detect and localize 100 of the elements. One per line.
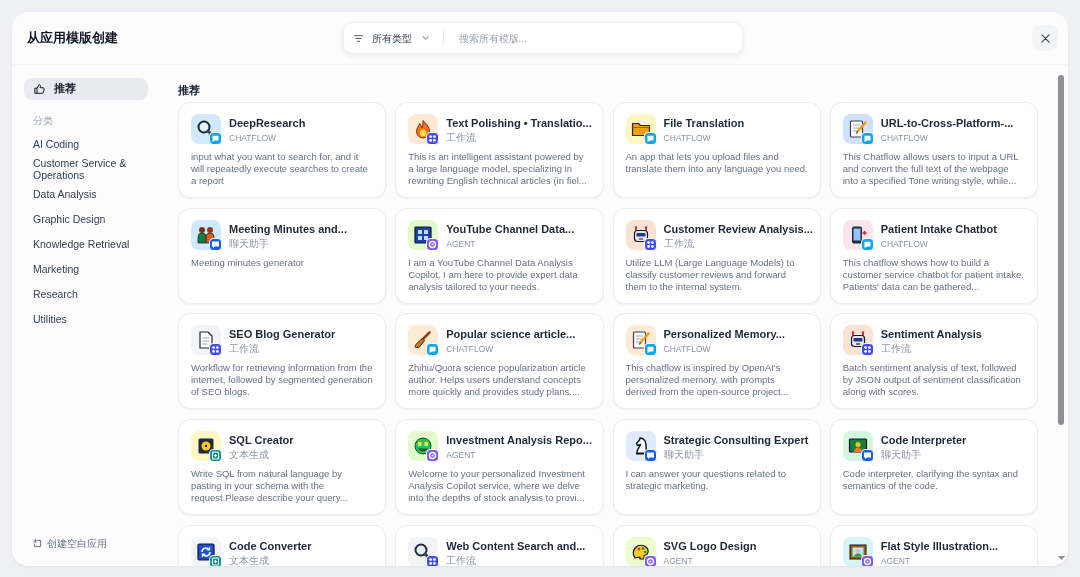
template-description: This chatflow shows how to build a customer service chatbot for patient intake. Patients' data can be gathered... [842, 256, 1025, 293]
template-title: Patient Intake Chatbot [880, 221, 997, 237]
category-item[interactable]: Data Analysis [24, 181, 148, 206]
chat-bubble-icon [643, 132, 657, 145]
template-type: 工作流 [663, 238, 694, 249]
category-item[interactable]: Research [24, 281, 148, 306]
template-description: Meeting minutes generator [191, 256, 305, 269]
template-card[interactable]: SQL Creator 文本生成 Write SQL from natural language by pasting in your schema with the request.Please describe your query... [178, 419, 387, 516]
search-field[interactable]: 搜索所有模版... [458, 26, 732, 50]
template-title: Text Polishing • Translatio... [446, 116, 592, 131]
chat-bubble-icon [643, 449, 657, 463]
category-item[interactable]: AI Coding [24, 131, 148, 156]
template-type: 文本生成 [229, 555, 269, 566]
template-title: Strategic Consulting Expert [663, 433, 809, 449]
template-card[interactable]: Code Interpreter 聊天助手 Code interpreter, clarifying the syntax and semantics of the code. [829, 419, 1038, 516]
nodes-icon [426, 554, 440, 566]
template-card[interactable]: File Translation CHATFLOW An app that lets you upload files and translate them into any language you need. [612, 102, 821, 198]
document-plus-icon [209, 554, 222, 566]
template-card[interactable]: YouTube Channel Data... AGENT I am a YouTube Channel Data Analysis Copilot, I am here to provide expert data analysis tailored to your needs. [395, 207, 604, 304]
template-description: Zhihu/Quora science popularization article author. Helps users understand concepts more quickly and provides study plans.... [408, 362, 587, 399]
ring-icon [643, 554, 657, 566]
template-type: 工作流 [229, 344, 259, 355]
template-card[interactable]: DeepResearch CHATFLOW input what you want to search for, and it will repeatedly execute searches to create a report [178, 102, 387, 198]
filter-icon [353, 34, 363, 42]
template-description: Write SQL from natural language by pasting in your schema with the request.Please describe your query... [191, 468, 349, 505]
template-card[interactable]: Web Content Search and... 工作流 [395, 524, 604, 566]
template-type: 聊天助手 [229, 238, 269, 249]
template-card[interactable]: URL-to-Cross-Platform-... CHATFLOW This Chatflow allows users to input a URL and convert the full text of the webpage into a specified Tone writing style, while... [829, 102, 1038, 198]
template-title: SVG Logo Design [663, 538, 757, 554]
template-title: SQL Creator [229, 433, 294, 449]
category-item[interactable]: Knowledge Retrieval [24, 231, 148, 256]
template-card[interactable]: SVG Logo Design AGENT [612, 524, 821, 566]
template-description: Batch sentiment analysis of text, followed by JSON output of sentiment classification along with scores. [842, 362, 1022, 399]
template-title: URL-to-Cross-Platform-... [880, 116, 1014, 131]
template-title: Flat Style Illustration... [880, 538, 999, 554]
template-description: This is an intelligent assistant powered by a large language model, specializing in rewriting English technical articles (in fiel... [408, 151, 588, 187]
template-card[interactable]: Sentiment Analysis 工作流 Batch sentiment analysis of text, followed by JSON output of sentiment classification along with scores. [829, 313, 1038, 410]
template-description: Code interpreter, clarifying the syntax and semantics of the code. [842, 468, 1020, 493]
type-filter-dropdown[interactable]: 所有类型 [353, 26, 429, 50]
category-item[interactable]: Graphic Design [24, 206, 148, 231]
template-card[interactable]: Patient Intake Chatbot CHATFLOW This chatflow shows how to build a customer service chatbot for patient intake. Patients' data can be gathered... [829, 207, 1038, 304]
chat-bubble-icon [643, 343, 657, 357]
section-heading: 推荐 [178, 83, 201, 97]
close-button[interactable] [1032, 25, 1058, 51]
template-description: I am a YouTube Channel Data Analysis Copilot, I am here to provide expert data analysis tailored to your needs. [408, 256, 579, 293]
template-type: CHATFLOW [663, 133, 711, 143]
template-card[interactable]: Strategic Consulting Expert 聊天助手 I can answer your questions related to strategic marketing. [612, 419, 821, 516]
template-description: Utilize LLM (Large Language Models) to classify customer reviews and forward them to the internal system. [625, 256, 796, 293]
chat-bubble-icon [860, 449, 874, 463]
nodes-icon [209, 343, 222, 357]
nodes-icon [860, 343, 874, 357]
template-card[interactable]: SEO Blog Generator 工作流 Workflow for retrieving information from the internet, followed by segmented generation of SEO blogs. [178, 313, 387, 410]
thumbs-up-icon [34, 84, 45, 94]
category-item[interactable]: Marketing [24, 256, 148, 281]
category-item[interactable]: Utilities [24, 306, 148, 331]
template-title: Sentiment Analysis [880, 327, 982, 343]
template-title: File Translation [663, 116, 745, 131]
template-type: CHATFLOW [663, 344, 711, 355]
template-card[interactable]: Meeting Minutes and... 聊天助手 Meeting minutes generator [178, 207, 387, 304]
template-card[interactable]: Personalized Memory... CHATFLOW This chatflow is inspired by OpenAI's personalized memory, with prompts derived from the open-source project... [612, 313, 821, 410]
template-type: 聊天助手 [663, 450, 704, 461]
category-heading: 分类 [32, 114, 54, 128]
template-card[interactable]: Popular science article... CHATFLOW Zhihu/Quora science popularization article author. Helps users understand concepts more quickly and provides study plans.... [395, 313, 604, 410]
search-bar[interactable]: 所有类型 搜索所有模版... [342, 22, 743, 54]
template-description: An app that lets you upload files and translate them into any language you need. [625, 151, 808, 175]
template-description: I can answer your questions related to strategic marketing. [625, 468, 788, 493]
chat-bubble-icon [426, 343, 440, 357]
template-type: CHATFLOW [229, 133, 277, 143]
caret-down-icon[interactable] [1058, 556, 1065, 560]
chat-bubble-icon [209, 132, 222, 145]
template-title: Investment Analysis Repo... [446, 433, 592, 449]
template-type: 文本生成 [229, 450, 269, 461]
dialog-title: 从应用模版创建 [27, 29, 119, 48]
ring-icon [426, 449, 440, 463]
template-card[interactable]: Flat Style Illustration... AGENT [829, 524, 1038, 566]
chevron-down-icon [421, 36, 429, 40]
template-type: AGENT [663, 555, 693, 566]
template-title: Customer Review Analysis... [663, 221, 813, 237]
close-icon [1040, 33, 1050, 43]
ring-icon [426, 237, 440, 251]
template-title: YouTube Channel Data... [446, 221, 575, 237]
template-title: Code Interpreter [880, 433, 967, 449]
template-type: AGENT [446, 450, 476, 461]
template-card[interactable]: Customer Review Analysis... 工作流 Utilize LLM (Large Language Models) to classify customer reviews and forward them to the internal system. [612, 207, 821, 304]
create-blank-app-button[interactable]: 创建空白应用 [24, 533, 107, 553]
chat-bubble-icon [209, 237, 222, 251]
template-title: Code Converter [229, 538, 312, 554]
template-description: input what you want to search for, and it will repeatedly execute searches to create a report [191, 151, 369, 187]
template-type: 聊天助手 [880, 450, 921, 461]
document-plus-icon [209, 449, 222, 463]
template-type: CHATFLOW [880, 133, 928, 143]
recommended-tab[interactable]: 推荐 [24, 78, 148, 100]
category-item[interactable]: Customer Service & Operations [24, 156, 148, 181]
template-card[interactable]: Investment Analysis Repo... AGENT Welcome to your personalized Investment Analysis Copilot service, where we delve into the depths of stock analysis to provi... [395, 419, 604, 516]
scrollbar-thumb[interactable] [1058, 75, 1064, 425]
template-type: AGENT [880, 555, 911, 566]
template-card[interactable]: Text Polishing • Translatio... 工作流 This is an intelligent assistant powered by a large language model, specializing in rewriting English technical articles (in fiel... [395, 102, 604, 198]
template-title: Popular science article... [446, 327, 576, 343]
template-description: This Chatflow allows users to input a URL and convert the full text of the webpage into a specified Tone writing style, while... [842, 151, 1020, 187]
template-card[interactable]: Code Converter 文本生成 [178, 524, 387, 566]
